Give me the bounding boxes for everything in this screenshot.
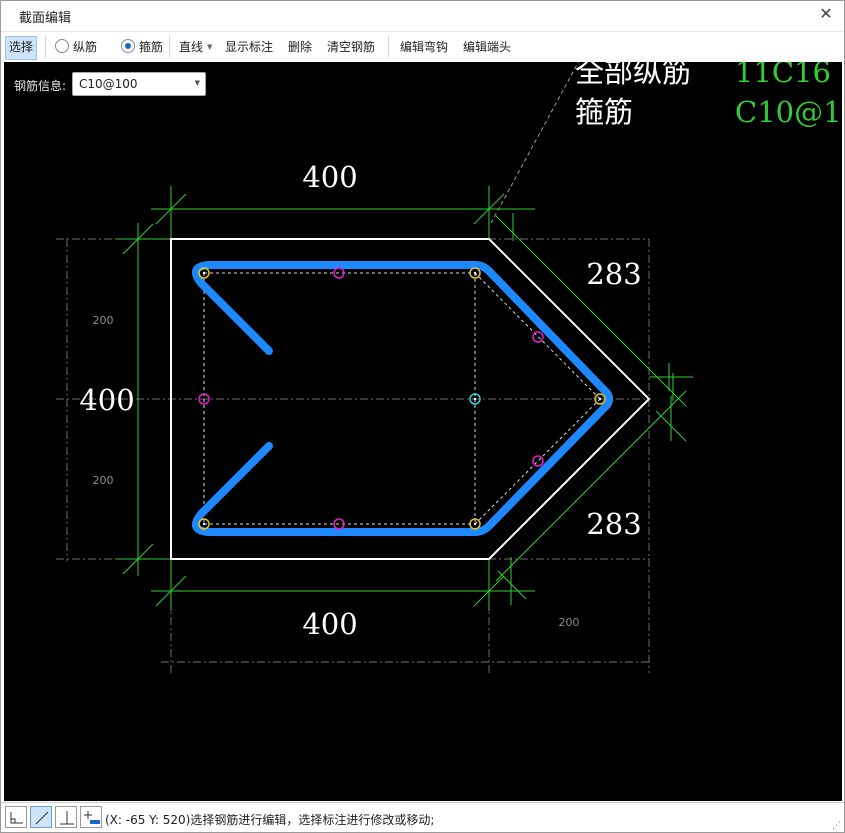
radio-checked-icon	[121, 39, 135, 53]
line-label: 直线	[179, 40, 204, 54]
mid-rebar[interactable]	[532, 455, 544, 467]
section-edit-window: 截面编辑 ✕ 选择 纵筋 箍筋 直线 ▼ 显示标注 删除 清空钢筋 编辑弯钩 编辑…	[0, 0, 845, 833]
longitudinal-radio[interactable]: 纵筋	[55, 36, 97, 58]
ortho-mode-icon[interactable]	[5, 806, 27, 828]
rebar-info-select[interactable]: C10@100 ▼	[72, 72, 206, 96]
legend-longitudinal-value[interactable]: 11C16	[735, 62, 831, 89]
rebar-frame	[474, 398, 601, 525]
toolbar-divider	[45, 36, 46, 58]
dim-text-sub-lower[interactable]: 200	[93, 474, 114, 487]
status-text: (X: -65 Y: 520)选择钢筋进行编辑，选择标注进行修改或移动;	[105, 813, 435, 827]
radio-unchecked-icon	[55, 39, 69, 53]
rebar-info-value: C10@100	[79, 77, 138, 91]
line-dropdown[interactable]: 直线 ▼	[179, 36, 212, 58]
toolbar-divider	[388, 36, 389, 58]
title-bar: 截面编辑 ✕	[1, 1, 844, 29]
stirrup-label: 箍筋	[139, 40, 164, 54]
chevron-down-icon: ▼	[194, 79, 200, 87]
toolbar-divider	[169, 36, 170, 58]
rebar-dot	[598, 397, 602, 401]
edit-hook-button[interactable]: 编辑弯钩	[400, 36, 448, 58]
leader-line	[490, 62, 580, 224]
rebar-dot	[473, 522, 477, 526]
dim-text-lower-diag[interactable]: 283	[586, 507, 641, 541]
dim-text-sub-upper[interactable]: 200	[93, 314, 114, 327]
stirrup-radio[interactable]: 箍筋	[121, 36, 163, 58]
select-button[interactable]: 选择	[5, 36, 38, 60]
mid-rebar[interactable]	[532, 331, 544, 343]
dim-text-upper-diag[interactable]: 283	[586, 257, 641, 291]
toolbar: 选择 纵筋 箍筋 直线 ▼ 显示标注 删除 清空钢筋 编辑弯钩 编辑端头	[1, 31, 844, 62]
rebar-dot	[473, 397, 477, 401]
resize-grip-icon[interactable]: ⋰	[832, 821, 841, 831]
dim-text-top[interactable]: 400	[302, 160, 357, 194]
delete-button[interactable]: 删除	[288, 36, 312, 58]
diagonal-line-icon[interactable]	[30, 806, 52, 828]
show-annotation-button[interactable]: 显示标注	[225, 36, 273, 58]
rebar-dot	[473, 271, 477, 275]
status-bar: (X: -65 Y: 520)选择钢筋进行编辑，选择标注进行修改或移动; ⋰	[1, 802, 844, 832]
perpendicular-icon[interactable]	[55, 806, 77, 828]
add-point-icon[interactable]	[80, 806, 102, 828]
legend-stirrup-value[interactable]: C10@100	[735, 95, 842, 129]
close-icon[interactable]: ✕	[816, 4, 836, 24]
dim-text-bottom[interactable]: 400	[302, 607, 357, 641]
edit-end-button[interactable]: 编辑端头	[463, 36, 511, 58]
window-title: 截面编辑	[19, 11, 72, 26]
dim-tick	[497, 570, 527, 600]
dim-text-left[interactable]: 400	[79, 383, 134, 417]
section-drawing: 400 400 400 283 283 200 200 200 全部纵筋 11C…	[56, 62, 842, 673]
legend-stirrup-label: 箍筋	[575, 95, 633, 129]
rebar-frame	[474, 272, 601, 400]
drawing-canvas[interactable]: 400 400 400 283 283 200 200 200 全部纵筋 11C…	[4, 62, 842, 801]
rebar-dot	[202, 271, 206, 275]
longitudinal-label: 纵筋	[73, 40, 98, 54]
clear-rebar-button[interactable]: 清空钢筋	[327, 36, 375, 58]
legend-longitudinal-label: 全部纵筋	[575, 62, 691, 89]
rebar-info-label: 钢筋信息:	[14, 79, 67, 93]
rebar-dot	[202, 522, 206, 526]
chevron-down-icon: ▼	[207, 43, 213, 51]
dim-text-bottom-right[interactable]: 200	[559, 616, 580, 629]
